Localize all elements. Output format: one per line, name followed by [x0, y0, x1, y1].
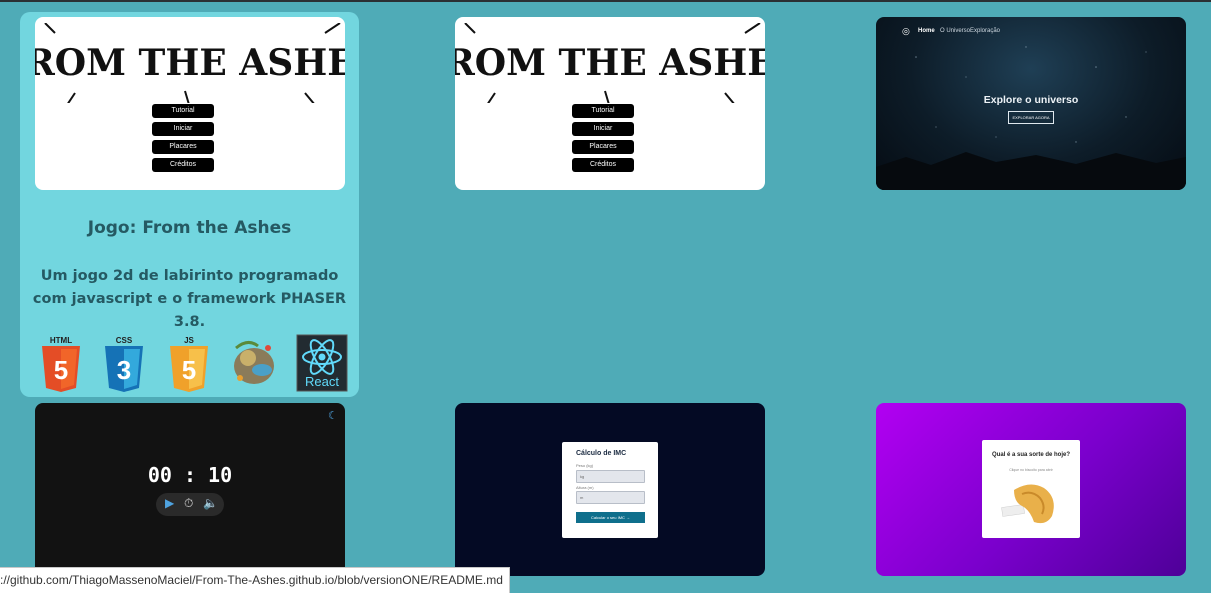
- timer-display: 00 : 10: [147, 463, 233, 487]
- explore-button: EXPLORAR AGORA: [1008, 111, 1054, 124]
- svg-text:CSS: CSS: [116, 336, 133, 345]
- game-logo: FROM THE ASHES: [35, 23, 345, 103]
- fortune-title: Qual é a sua sorte de hoje?: [991, 452, 1071, 458]
- weight-input: kg: [576, 470, 645, 483]
- menu-iniciar-button: Iniciar: [572, 122, 634, 136]
- imc-thumbnail[interactable]: Cálculo de IMC Peso (kg) kg Altura (m) m…: [455, 403, 765, 576]
- svg-text:FROM THE ASHES: FROM THE ASHES: [455, 42, 765, 84]
- js-icon: JS 5: [164, 334, 216, 392]
- link-status-bar: ://github.com/ThiagoMassenoMaciel/From-T…: [0, 567, 510, 593]
- timer-thumbnail[interactable]: ☾ 00 : 10 ▶ ⏱ 🔈: [35, 403, 345, 576]
- calculate-button: Calcular o seu IMC →: [576, 512, 645, 523]
- svg-text:React: React: [305, 374, 339, 389]
- menu-creditos-button: Créditos: [572, 158, 634, 172]
- project-title: Jogo: From the Ashes: [87, 218, 292, 238]
- fortune-subtitle: Clique no biscoito para abrir: [1009, 468, 1053, 472]
- fortune-thumbnail[interactable]: Qual é a sua sorte de hoje? Clique no bi…: [876, 403, 1186, 576]
- site-logo-icon: ◎: [902, 27, 910, 37]
- weight-label: Peso (kg): [576, 463, 594, 468]
- svg-text:3: 3: [117, 355, 131, 385]
- menu-tutorial-button: Tutorial: [152, 104, 214, 118]
- fortune-card: Qual é a sua sorte de hoje? Clique no bi…: [982, 440, 1080, 538]
- fortune-cookie-icon: [1001, 484, 1054, 524]
- react-icon: React: [296, 334, 348, 392]
- menu-creditos-button: Créditos: [152, 158, 214, 172]
- volume-icon: 🔈: [203, 496, 218, 510]
- play-icon: ▶: [165, 496, 175, 510]
- svg-text:FROM THE ASHES: FROM THE ASHES: [35, 42, 345, 84]
- nav-universo: O Universo: [940, 28, 971, 34]
- project-description: Um jogo 2d de labirinto programado com j…: [32, 268, 347, 330]
- svg-text:5: 5: [182, 355, 196, 385]
- imc-form: Cálculo de IMC Peso (kg) kg Altura (m) m…: [562, 442, 658, 538]
- imc-title: Cálculo de IMC: [576, 450, 627, 457]
- menu-tutorial-button: Tutorial: [572, 104, 634, 118]
- timer-controls: ▶ ⏱ 🔈: [156, 493, 224, 516]
- menu-placares-button: Placares: [152, 140, 214, 154]
- menu-iniciar-button: Iniciar: [152, 122, 214, 136]
- universe-thumbnail[interactable]: ◎ Home O Universo Exploração Explore o u…: [876, 17, 1186, 190]
- moon-icon: ☾: [328, 409, 338, 422]
- svg-text:JS: JS: [184, 336, 194, 345]
- svg-text:5: 5: [54, 355, 68, 385]
- svg-text:HTML: HTML: [50, 336, 72, 345]
- html5-icon: HTML 5: [36, 334, 88, 392]
- nav-home: Home: [918, 28, 935, 34]
- height-label: Altura (m): [576, 485, 594, 490]
- game-thumbnail[interactable]: FROM THE ASHES Tutorial Iniciar Placares…: [35, 17, 345, 190]
- nav-exploracao: Exploração: [970, 28, 1001, 34]
- stopwatch-icon: ⏱: [184, 496, 194, 510]
- height-input: m: [576, 491, 645, 504]
- css3-icon: CSS 3: [99, 334, 151, 392]
- game-logo: FROM THE ASHES: [455, 23, 765, 103]
- menu-placares-button: Placares: [572, 140, 634, 154]
- game-thumbnail-2[interactable]: FROM THE ASHES Tutorial Iniciar Placares…: [455, 17, 765, 190]
- hero-heading: Explore o universo: [983, 94, 1079, 106]
- phaser-icon: [228, 334, 280, 392]
- window-top-border: [0, 0, 1211, 2]
